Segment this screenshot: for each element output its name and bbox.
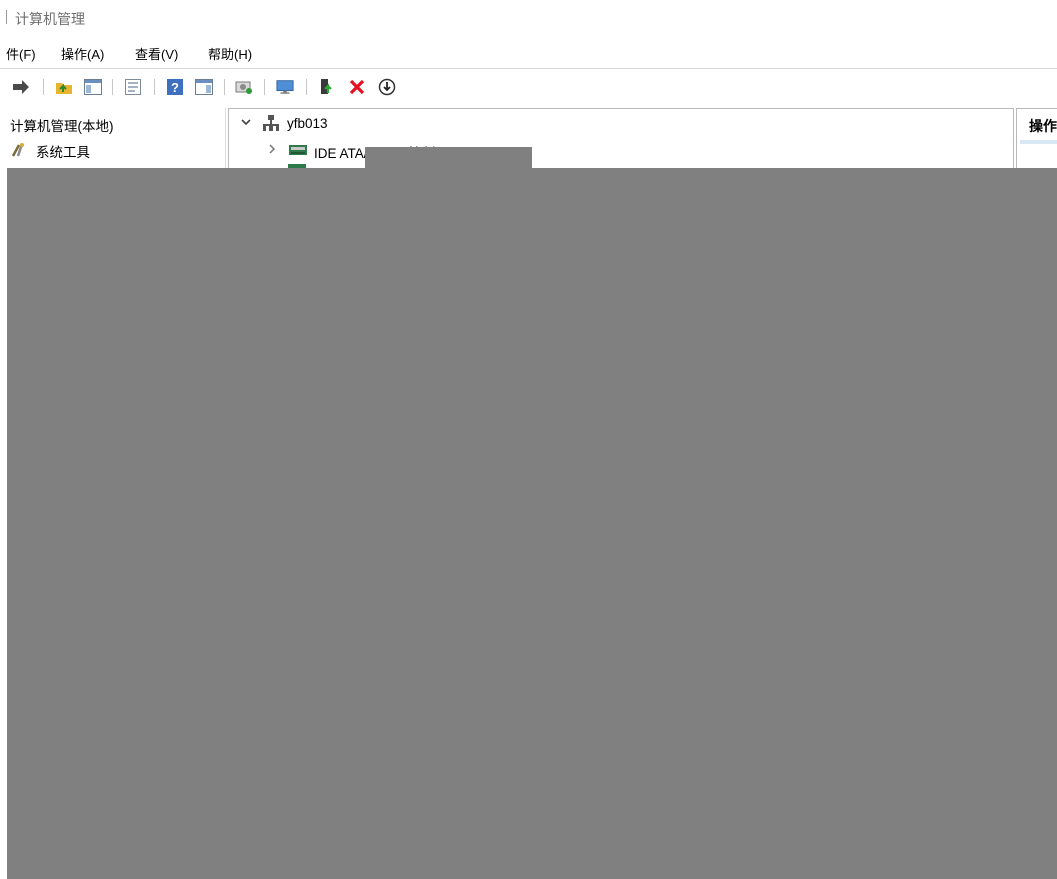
up-folder-icon[interactable] xyxy=(55,78,73,96)
tree-root-label[interactable]: 计算机管理(本地) xyxy=(10,115,114,135)
menu-help[interactable]: 帮助(H) xyxy=(208,44,252,63)
help-icon[interactable]: ? xyxy=(166,78,184,96)
ide-controller-icon xyxy=(288,142,308,163)
title-bar: 计算机管理 xyxy=(0,0,1057,38)
scan-hardware-icon[interactable] xyxy=(235,78,253,96)
chevron-down-icon[interactable] xyxy=(240,116,252,131)
chevron-right-icon[interactable] xyxy=(267,142,277,160)
title-bar-mark xyxy=(6,10,7,24)
computer-node-label[interactable]: yfb013 xyxy=(287,116,328,131)
show-hide-console-tree-icon[interactable] xyxy=(84,78,102,96)
tree-item-system-tools[interactable]: 系统工具 xyxy=(36,141,90,161)
actions-pane: 操作 xyxy=(1016,108,1057,169)
monitor-icon[interactable] xyxy=(276,78,294,96)
toolbar-separator xyxy=(154,79,155,95)
actions-pane-header-underline xyxy=(1020,140,1057,144)
system-tools-icon xyxy=(10,142,26,163)
toolbar-separator xyxy=(306,79,307,95)
svg-text:?: ? xyxy=(171,80,179,95)
menu-file[interactable]: 件(F) xyxy=(6,44,36,63)
computer-icon xyxy=(262,114,280,137)
disable-device-icon[interactable] xyxy=(378,78,396,96)
show-hide-action-pane-icon[interactable] xyxy=(195,78,213,96)
menu-action[interactable]: 操作(A) xyxy=(61,44,104,63)
window-title: 计算机管理 xyxy=(15,11,85,27)
menu-separator xyxy=(0,68,1057,69)
toolbar: ? xyxy=(0,70,1057,104)
gray-overlay-notch xyxy=(365,147,532,169)
toolbar-separator xyxy=(264,79,265,95)
menu-bar: 件(F) 操作(A) 查看(V) 帮助(H) xyxy=(0,40,1057,68)
toolbar-separator xyxy=(112,79,113,95)
forward-arrow-icon[interactable] xyxy=(12,78,30,96)
device-tree-pane: yfb013 IDE ATA/ATAPI 控制器 xyxy=(228,108,1014,169)
uninstall-icon[interactable] xyxy=(348,78,366,96)
gray-overlay xyxy=(7,168,1057,879)
actions-pane-header: 操作 xyxy=(1029,118,1057,134)
menu-view[interactable]: 查看(V) xyxy=(135,44,178,63)
console-tree-pane: 计算机管理(本地) 系统工具 xyxy=(7,108,226,168)
toolbar-separator xyxy=(43,79,44,95)
toolbar-separator xyxy=(224,79,225,95)
properties-icon[interactable] xyxy=(124,78,142,96)
update-driver-icon[interactable] xyxy=(318,78,336,96)
